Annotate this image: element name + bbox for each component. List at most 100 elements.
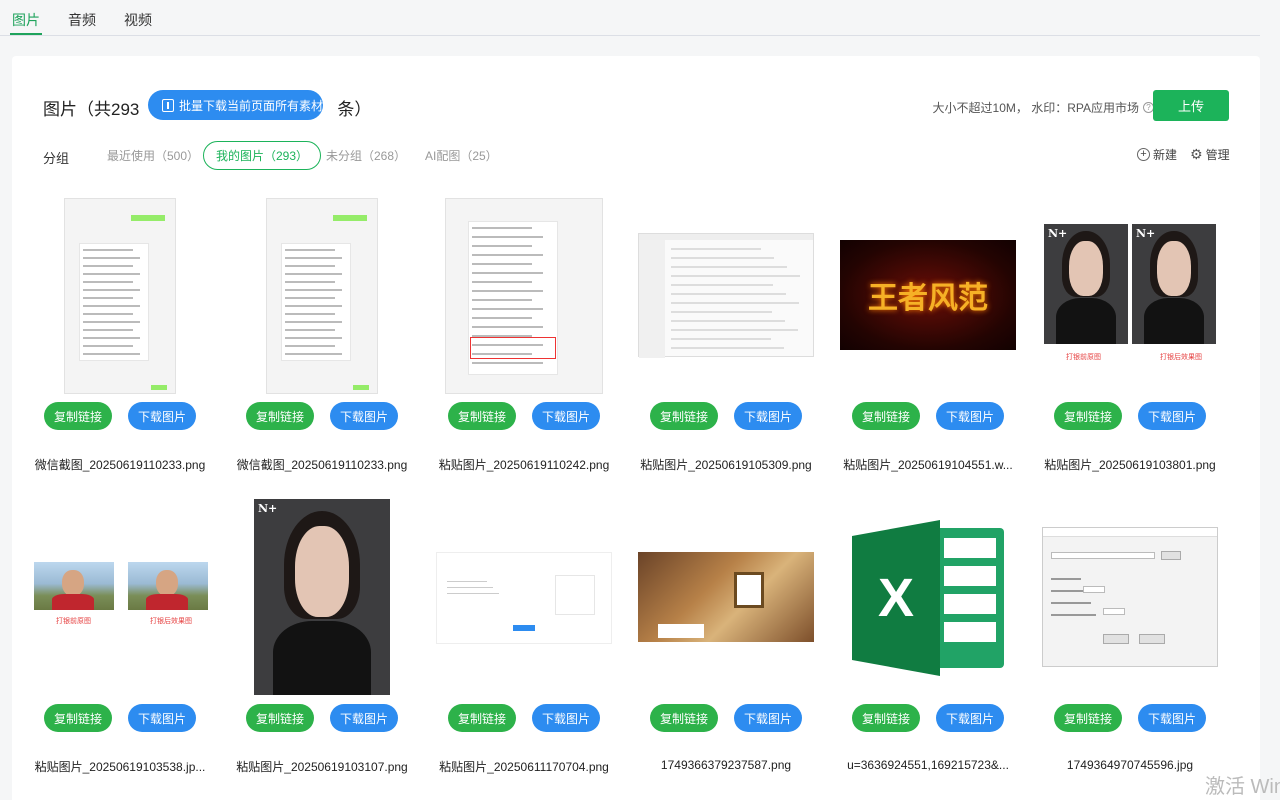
image-thumbnail[interactable] [436,196,612,396]
face-shape [62,570,84,596]
new-group-label: 新建 [1153,148,1178,162]
text-line [447,581,487,582]
copy-link-button[interactable]: 复制链接 [852,704,920,732]
copy-link-button[interactable]: 复制链接 [246,402,314,430]
text-line [285,329,335,331]
tab-video[interactable]: 视频 [124,10,152,30]
excel-letter: X [878,568,914,628]
download-image-button[interactable]: 下载图片 [1138,402,1206,430]
copy-link-button[interactable]: 复制链接 [44,402,112,430]
manage-button[interactable]: ⚙ 管理 [1190,146,1230,163]
download-image-button[interactable]: 下载图片 [330,704,398,732]
copy-link-button[interactable]: 复制链接 [852,402,920,430]
download-image-button[interactable]: 下载图片 [532,402,600,430]
list-row [671,347,784,349]
copy-link-button[interactable]: 复制链接 [448,704,516,732]
text-line [472,254,543,256]
image-thumbnail[interactable] [436,550,612,646]
file-name: 粘贴图片_20250619110242.png [438,458,610,472]
tab-audio[interactable]: 音频 [68,10,96,30]
image-thumbnail[interactable] [234,196,410,396]
download-image-button[interactable]: 下载图片 [936,402,1004,430]
text-line [83,305,140,307]
group-tab-recent[interactable]: 最近使用（500） [95,141,211,170]
download-image-button[interactable]: 下载图片 [532,704,600,732]
chat-bubble [79,243,149,361]
group-tab-ungrouped[interactable]: 未分组（268） [314,141,418,170]
card-actions: 复制链接 下载图片 [638,704,814,732]
image-thumbnail[interactable] [638,230,814,360]
list-row [671,329,798,331]
copy-link-button[interactable]: 复制链接 [1054,402,1122,430]
image-card: 复制链接 下载图片 微信截图_20250619110233.png [32,196,208,496]
copy-link-button[interactable]: 复制链接 [650,402,718,430]
image-thumbnail[interactable]: 王者风范 [840,240,1016,350]
image-thumbnail[interactable]: N+ N+ 打银前原图 打银后效果图 [1042,222,1218,368]
brand-mark: N+ [1048,227,1068,240]
bulk-download-button[interactable]: 批量下载当前页面所有素材 [148,90,323,120]
card-actions: 复制链接 下载图片 [436,704,612,732]
download-image-button[interactable]: 下载图片 [734,402,802,430]
text-line [285,289,342,291]
title-bar [1043,528,1217,537]
image-thumbnail[interactable]: N+ [234,498,410,696]
food-photo [638,552,814,642]
face-shape [1069,240,1103,296]
download-image-button[interactable]: 下载图片 [128,704,196,732]
new-group-button[interactable]: + 新建 [1137,146,1177,163]
copy-link-button[interactable]: 复制链接 [246,704,314,732]
app-screenshot [638,233,814,358]
list-row [671,266,787,268]
list-row [671,284,773,286]
tab-images[interactable]: 图片 [10,10,42,35]
download-image-button[interactable]: 下载图片 [128,402,196,430]
card-actions: 复制链接 下载图片 [840,704,1016,732]
download-image-button[interactable]: 下载图片 [1138,704,1206,732]
shirt-shape [52,594,94,610]
chat-screenshot [445,198,603,394]
text-line [285,265,335,267]
text-line [285,313,335,315]
download-image-button[interactable]: 下载图片 [734,704,802,732]
gear-icon: ⚙ [1190,146,1203,162]
group-tab-my-images[interactable]: 我的图片（293） [203,141,322,170]
image-card: 王者风范 复制链接 下载图片 粘贴图片_20250619104551.w... [840,196,1016,496]
image-thumbnail[interactable] [638,550,814,644]
image-card: N+ 复制链接 下载图片 粘贴图片_20250619103107.png [234,498,410,798]
portrait-wrap: N+ [254,499,390,695]
copy-link-button[interactable]: 复制链接 [448,402,516,430]
dialog-screenshot [1042,527,1218,667]
blue-button-shape [513,625,535,631]
image-thumbnail[interactable]: 打银前原图 打银后效果图 [32,554,208,644]
upload-hint-text: 大小不超过10M， 水印：RPA应用市场 [932,101,1139,115]
card-actions: 复制链接 下载图片 [234,704,410,732]
download-image-button[interactable]: 下载图片 [330,402,398,430]
title-bar [639,234,813,240]
text-line [83,321,140,323]
file-name: 粘贴图片_20250619105309.png [640,458,812,472]
image-thumbnail[interactable]: X [840,498,1016,698]
group-tab-ai[interactable]: AI配图（25） [413,141,510,170]
upload-button[interactable]: 上传 [1153,90,1229,121]
copy-link-button[interactable]: 复制链接 [1054,704,1122,732]
text-line [285,305,342,307]
copy-link-button[interactable]: 复制链接 [44,704,112,732]
text-line [472,227,532,229]
qr-placeholder [555,575,595,615]
image-card: 复制链接 下载图片粘贴图片_20250619105309.png [638,196,814,496]
copy-link-button[interactable]: 复制链接 [650,704,718,732]
card-actions: 复制链接 下载图片 [234,402,410,430]
text-line [83,281,133,283]
sweater-shape [273,620,371,695]
text-line [83,249,133,251]
text-line [83,329,133,331]
chat-bubble-green [353,385,369,390]
download-image-button[interactable]: 下载图片 [936,704,1004,732]
text-line [285,345,335,347]
image-card: 复制链接 下载图片 微信截图_20250619110233.png [234,196,410,496]
image-thumbnail[interactable] [32,196,208,396]
image-thumbnail[interactable] [1042,524,1218,670]
chat-bubble-green [333,215,367,221]
sheet-cell [944,566,996,586]
list-row [671,257,774,259]
